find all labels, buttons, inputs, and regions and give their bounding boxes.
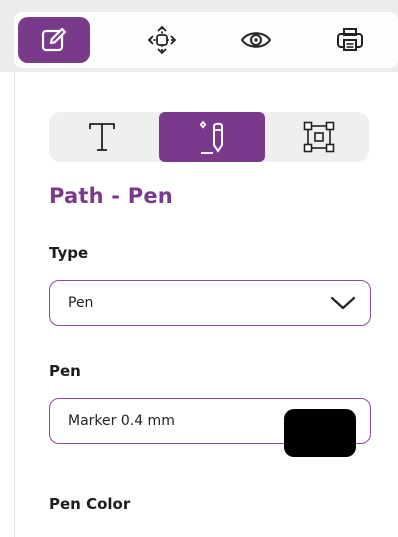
move-mode-button[interactable]	[126, 17, 198, 63]
pen-tool-icon	[199, 120, 223, 154]
pen-select-value: Marker 0.4 mm	[68, 413, 175, 429]
eye-icon	[240, 32, 272, 48]
pen-label: Pen	[49, 362, 81, 380]
pen-tool-tab[interactable]	[159, 112, 265, 162]
frame-tool-tab[interactable]	[269, 112, 369, 162]
pen-color-swatch[interactable]	[284, 409, 356, 457]
properties-panel: Path - Pen Type Pen Pen Marker 0.4 mm Pe…	[14, 72, 398, 537]
preview-button[interactable]	[220, 17, 292, 63]
print-icon	[337, 28, 363, 51]
chevron-down-icon	[330, 296, 356, 310]
type-select-value: Pen	[68, 295, 94, 311]
frame-tool-icon	[303, 121, 335, 153]
text-tool-tab[interactable]	[49, 112, 155, 162]
print-button[interactable]	[314, 17, 386, 63]
pen-color-label: Pen Color	[49, 495, 131, 513]
move-icon	[147, 25, 177, 55]
type-select[interactable]: Pen	[49, 280, 371, 326]
tool-selector	[49, 112, 369, 162]
text-tool-icon	[89, 123, 115, 151]
section-title: Path - Pen	[49, 184, 173, 208]
edit-icon	[41, 27, 67, 52]
type-label: Type	[49, 244, 89, 262]
edit-mode-button[interactable]	[18, 17, 90, 63]
top-toolbar	[14, 12, 398, 68]
